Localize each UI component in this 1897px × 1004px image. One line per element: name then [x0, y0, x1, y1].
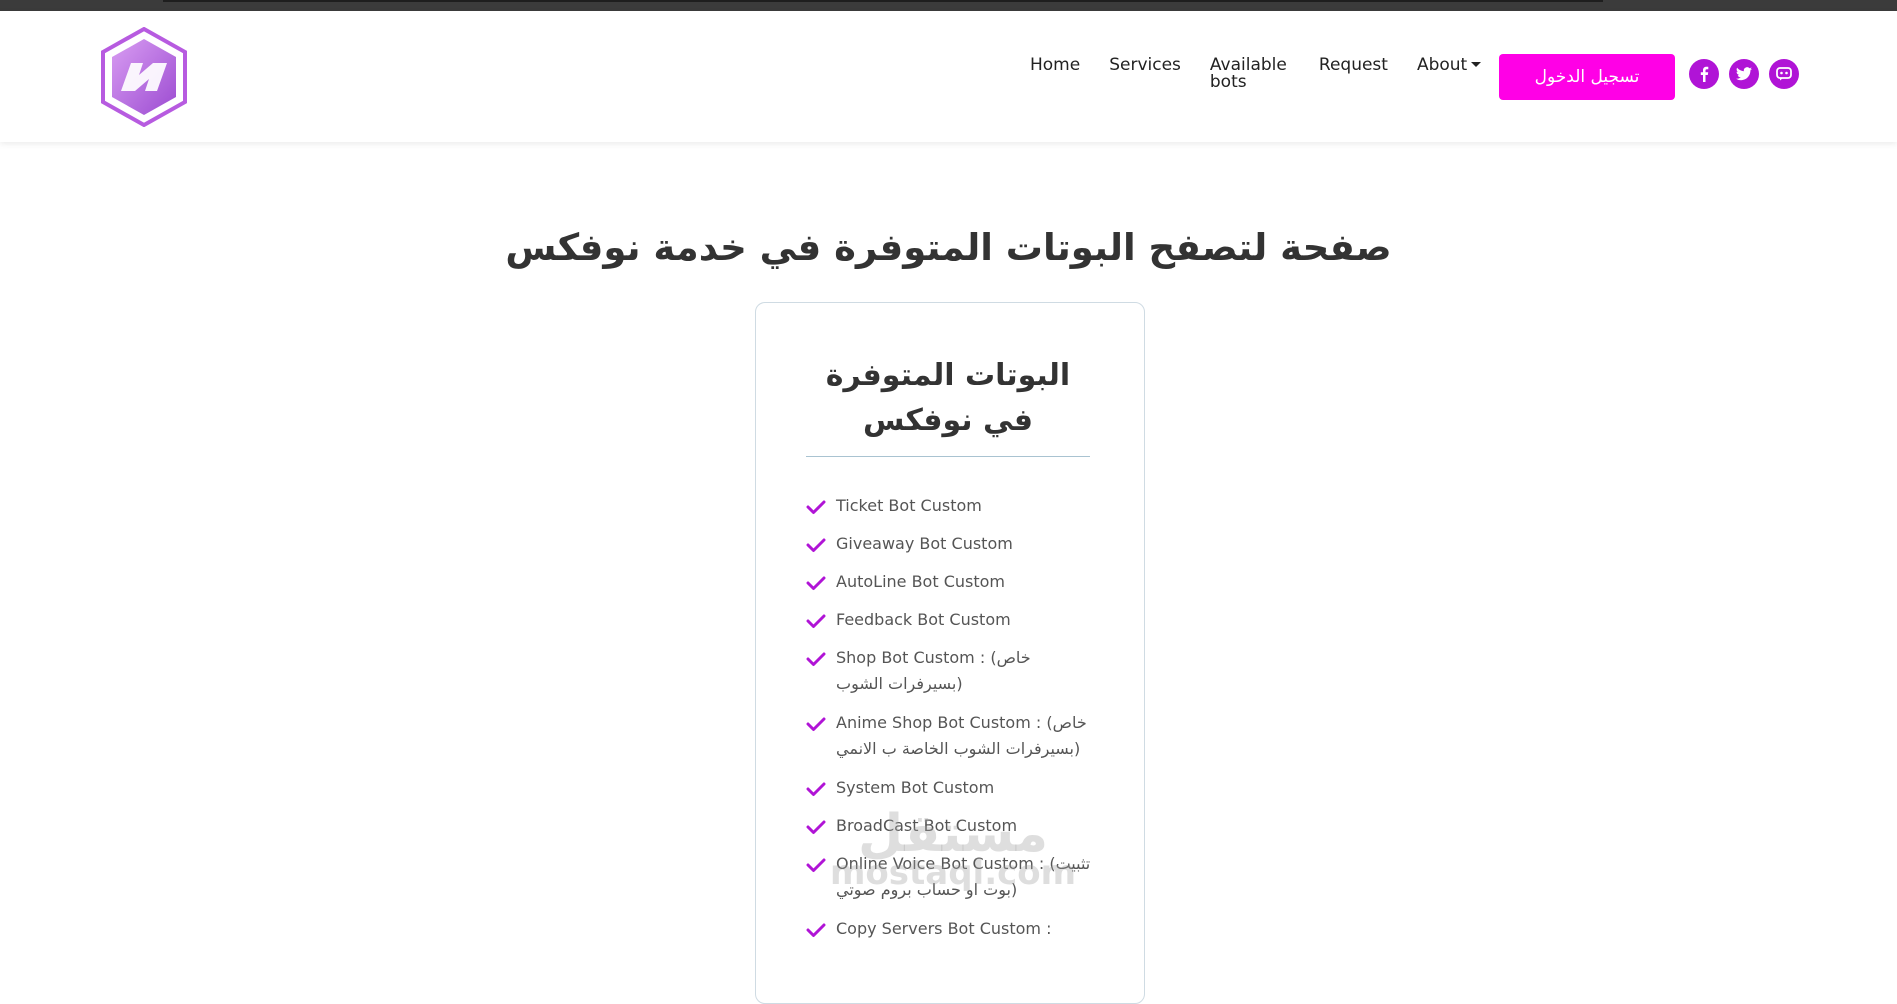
list-item: System Bot Custom — [806, 775, 1096, 801]
check-icon — [806, 538, 826, 552]
check-icon — [806, 782, 826, 796]
feature-label: System Bot Custom — [836, 778, 995, 797]
site-navbar: Home Services Available bots Request Abo… — [0, 11, 1897, 142]
list-item: Copy Servers Bot Custom : — [806, 916, 1096, 942]
feature-list: Ticket Bot Custom Giveaway Bot Custom Au… — [806, 493, 1096, 954]
feature-label: Copy Servers Bot Custom : — [836, 919, 1052, 938]
feature-label: AutoLine Bot Custom — [836, 572, 1005, 591]
card-divider — [806, 456, 1090, 457]
top-strip-line — [163, 0, 1603, 2]
check-icon — [806, 652, 826, 666]
feature-label: Anime Shop Bot Custom : (خاص بسيرفرات ال… — [836, 713, 1087, 758]
list-item: BroadCast Bot Custom — [806, 813, 1096, 839]
list-item: Shop Bot Custom : (خاص بسيرفرات الشوب) — [806, 645, 1096, 697]
check-icon — [806, 614, 826, 628]
nav-links: Home Services Available bots Request Abo… — [1030, 55, 1482, 91]
feature-label: Shop Bot Custom : (خاص بسيرفرات الشوب) — [836, 648, 1031, 693]
bots-card: البوتات المتوفرة في نوفكس Ticket Bot Cus… — [755, 302, 1145, 1004]
feature-label: BroadCast Bot Custom — [836, 816, 1018, 835]
check-icon — [806, 923, 826, 937]
twitter-icon[interactable] — [1729, 59, 1759, 89]
list-item: AutoLine Bot Custom — [806, 569, 1096, 595]
check-icon — [806, 576, 826, 590]
facebook-icon[interactable] — [1689, 59, 1719, 89]
discord-icon[interactable] — [1769, 59, 1799, 89]
check-icon — [806, 717, 826, 731]
list-item: Ticket Bot Custom — [806, 493, 1096, 519]
feature-label: Giveaway Bot Custom — [836, 534, 1013, 553]
page-title: صفحة لتصفح البوتات المتوفرة في خدمة نوفك… — [505, 226, 1392, 269]
nav-home[interactable]: Home — [1030, 57, 1080, 74]
list-item: Online Voice Bot Custom : (تثبيت بوت او … — [806, 851, 1096, 903]
check-icon — [806, 820, 826, 834]
site-logo[interactable] — [99, 26, 189, 128]
chevron-down-icon — [1471, 62, 1482, 67]
list-item: Giveaway Bot Custom — [806, 531, 1096, 557]
nav-available-bots[interactable]: Available bots — [1210, 57, 1290, 91]
browser-top-strip — [0, 0, 1897, 11]
list-item: Feedback Bot Custom — [806, 607, 1096, 633]
list-item: Anime Shop Bot Custom : (خاص بسيرفرات ال… — [806, 710, 1096, 762]
card-title: البوتات المتوفرة في نوفكس — [825, 358, 1071, 438]
feature-label: Online Voice Bot Custom : (تثبيت بوت او … — [836, 854, 1091, 899]
check-icon — [806, 500, 826, 514]
feature-label: Feedback Bot Custom — [836, 610, 1011, 629]
nav-request[interactable]: Request — [1319, 57, 1388, 74]
nav-about-label: About — [1416, 55, 1468, 75]
nav-services[interactable]: Services — [1109, 57, 1181, 74]
feature-label: Ticket Bot Custom — [836, 496, 982, 515]
nav-about-dropdown[interactable]: About — [1416, 55, 1482, 75]
check-icon — [806, 858, 826, 872]
login-button[interactable]: تسجيل الدخول — [1499, 54, 1675, 100]
